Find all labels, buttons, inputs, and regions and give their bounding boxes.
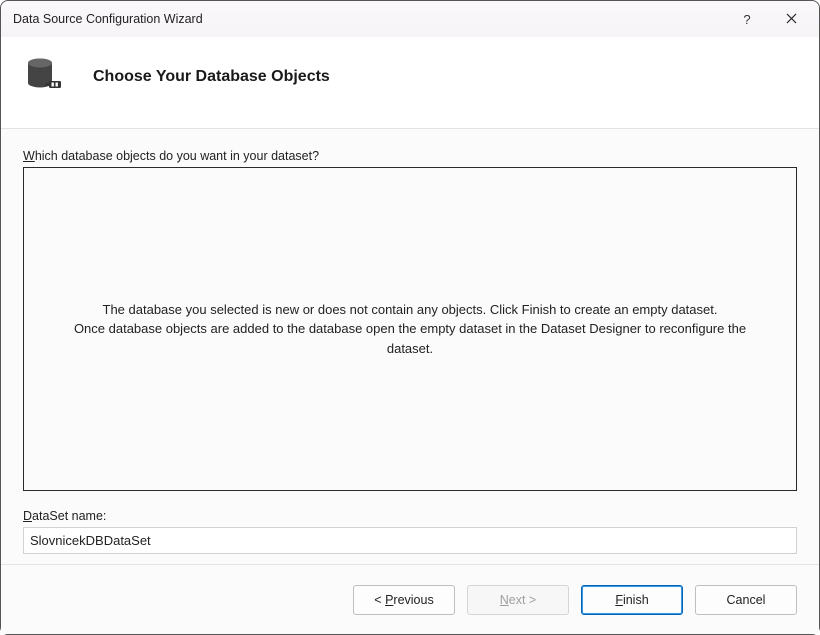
close-icon	[786, 12, 797, 27]
close-button[interactable]	[769, 4, 813, 34]
dataset-name-input[interactable]	[23, 527, 797, 554]
objects-prompt-label: Which database objects do you want in yo…	[23, 149, 797, 163]
previous-button[interactable]: < Previous	[353, 585, 455, 615]
finish-button[interactable]: Finish	[581, 585, 683, 615]
help-button[interactable]: ?	[725, 4, 769, 34]
wizard-footer: < Previous Next > Finish Cancel	[1, 564, 819, 634]
database-icon	[23, 53, 67, 100]
next-button: Next >	[467, 585, 569, 615]
wizard-header: Choose Your Database Objects	[1, 37, 819, 129]
titlebar: Data Source Configuration Wizard ?	[1, 1, 819, 37]
dataset-name-label: DataSet name:	[23, 509, 797, 523]
window-title: Data Source Configuration Wizard	[13, 12, 725, 26]
wizard-content: Which database objects do you want in yo…	[1, 129, 819, 564]
page-title: Choose Your Database Objects	[93, 68, 330, 86]
help-icon: ?	[743, 12, 750, 27]
cancel-button[interactable]: Cancel	[695, 585, 797, 615]
empty-dataset-message: The database you selected is new or does…	[64, 300, 756, 359]
objects-listbox[interactable]: The database you selected is new or does…	[23, 167, 797, 491]
